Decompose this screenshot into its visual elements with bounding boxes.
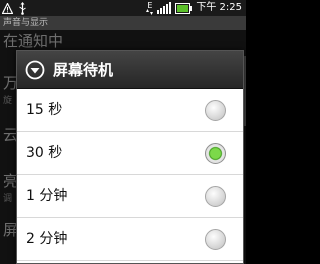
option-label: 15 秒 — [26, 102, 63, 118]
warning-icon — [2, 2, 13, 14]
option-label: 1 分钟 — [26, 188, 68, 204]
radio-button[interactable] — [205, 100, 226, 121]
battery-icon — [175, 2, 193, 14]
background-subtext: 调 — [3, 194, 13, 204]
chevron-down-circle-icon — [25, 60, 45, 80]
dialog-header: 屏幕待机 — [17, 51, 243, 89]
option-label: 2 分钟 — [26, 231, 68, 247]
option-row[interactable]: 2 分钟 — [17, 218, 243, 261]
radio-button-checked[interactable] — [205, 143, 226, 164]
option-row[interactable]: 1 分钟 — [17, 175, 243, 218]
timeout-options-list: 15 秒 30 秒 1 分钟 2 分钟 — [17, 89, 243, 261]
radio-button[interactable] — [205, 229, 226, 250]
background-subtext: 旋 — [3, 96, 13, 106]
screen-timeout-dialog: 屏幕待机 15 秒 30 秒 1 分钟 2 分钟 — [16, 50, 244, 264]
dialog-title: 屏幕待机 — [53, 61, 114, 79]
option-row[interactable]: 15 秒 — [17, 89, 243, 132]
status-bar: E 下午 2:25 — [0, 0, 246, 16]
data-e-icon: E — [146, 0, 154, 15]
status-time: 下午 2:25 — [196, 2, 242, 13]
option-label: 30 秒 — [26, 145, 63, 161]
section-header: 声音与显示 — [0, 16, 246, 30]
signal-icon — [157, 2, 172, 14]
usb-icon — [18, 1, 27, 15]
radio-button[interactable] — [205, 186, 226, 207]
background-item: 在通知中 — [3, 32, 64, 50]
data-type-label: E — [147, 0, 153, 10]
option-row[interactable]: 30 秒 — [17, 132, 243, 175]
